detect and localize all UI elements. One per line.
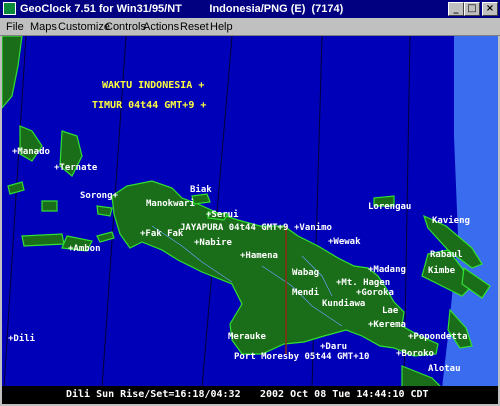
menu-customize[interactable]: Customize: [58, 20, 110, 34]
place-merauke[interactable]: Merauke: [228, 332, 266, 342]
minimize-button[interactable]: _: [448, 2, 464, 16]
title-bar[interactable]: GeoClock 7.51 for Win31/95/NT Indonesia/…: [0, 0, 500, 18]
place-kundiawa[interactable]: Kundiawa: [322, 299, 365, 309]
geoclock-window: GeoClock 7.51 for Win31/95/NT Indonesia/…: [0, 0, 500, 406]
place-kerema[interactable]: +Kerema: [368, 320, 406, 330]
place-mendi[interactable]: Mendi: [292, 288, 319, 298]
menu-help[interactable]: Help: [210, 20, 233, 34]
place-ambon[interactable]: +Ambon: [68, 244, 101, 254]
place-sorong[interactable]: Sorong+: [80, 191, 118, 201]
close-button[interactable]: ×: [482, 2, 498, 16]
sun-rise-set-text: Dili Sun Rise/Set=16:18/04:32: [66, 389, 241, 400]
place-vanimo[interactable]: +Vanimo: [294, 223, 332, 233]
app-icon[interactable]: [3, 2, 16, 15]
place-wabag[interactable]: Wabag: [292, 268, 319, 278]
zone-name-label: WAKTU INDONESIA +: [102, 80, 205, 91]
status-bar: Dili Sun Rise/Set=16:18/04:32 2002 Oct 0…: [2, 386, 498, 404]
place-biak[interactable]: Biak: [190, 185, 212, 195]
world-map[interactable]: WAKTU INDONESIA + TIMUR 04t44 GMT+9 + +M…: [2, 36, 498, 388]
place-popondetta[interactable]: +Popondetta: [408, 332, 468, 342]
menu-actions[interactable]: Actions: [143, 20, 179, 34]
place-kavieng[interactable]: Kavieng: [432, 216, 470, 226]
place-goroka[interactable]: +Goroka: [356, 288, 394, 298]
menu-file[interactable]: File: [6, 20, 24, 34]
place-nabire[interactable]: +Nabire: [194, 238, 232, 248]
maximize-button[interactable]: □: [464, 2, 480, 16]
place-fakfak[interactable]: +Fak Fak: [140, 229, 183, 239]
place-boroko[interactable]: +Boroko: [396, 349, 434, 359]
place-hamena[interactable]: +Hamena: [240, 251, 278, 261]
menu-bar: File Maps Customize Controls Actions Res…: [0, 18, 500, 36]
menu-controls[interactable]: Controls: [105, 20, 146, 34]
place-serui[interactable]: +Serui: [206, 210, 239, 220]
datetime-text: 2002 Oct 08 Tue 14:44:10 CDT: [260, 389, 429, 400]
place-daru[interactable]: +Daru: [320, 342, 347, 352]
zone-time-label: TIMUR 04t44 GMT+9 +: [92, 100, 207, 111]
window-title: GeoClock 7.51 for Win31/95/NT Indonesia/…: [20, 3, 344, 15]
place-dili[interactable]: +Dili: [8, 334, 35, 344]
place-manado[interactable]: +Manado: [12, 147, 50, 157]
place-lae[interactable]: Lae: [382, 306, 398, 316]
place-lorengau[interactable]: Lorengau: [368, 202, 411, 212]
place-mthagen[interactable]: +Mt. Hagen: [336, 278, 390, 288]
place-alotau[interactable]: Alotau: [428, 364, 461, 374]
place-portmoresby[interactable]: Port Moresby 05t44 GMT+10: [234, 352, 369, 362]
place-wewak[interactable]: +Wewak: [328, 237, 361, 247]
place-kimbe[interactable]: Kimbe: [428, 266, 455, 276]
place-jayapura[interactable]: JAYAPURA 04t44 GMT+9: [180, 223, 288, 233]
place-ternate[interactable]: +Ternate: [54, 163, 97, 173]
menu-reset[interactable]: Reset: [180, 20, 209, 34]
place-rabaul[interactable]: Rabaul: [430, 250, 463, 260]
menu-maps[interactable]: Maps: [30, 20, 57, 34]
place-madang[interactable]: +Madang: [368, 265, 406, 275]
place-manokwari[interactable]: Manokwari: [146, 199, 195, 209]
